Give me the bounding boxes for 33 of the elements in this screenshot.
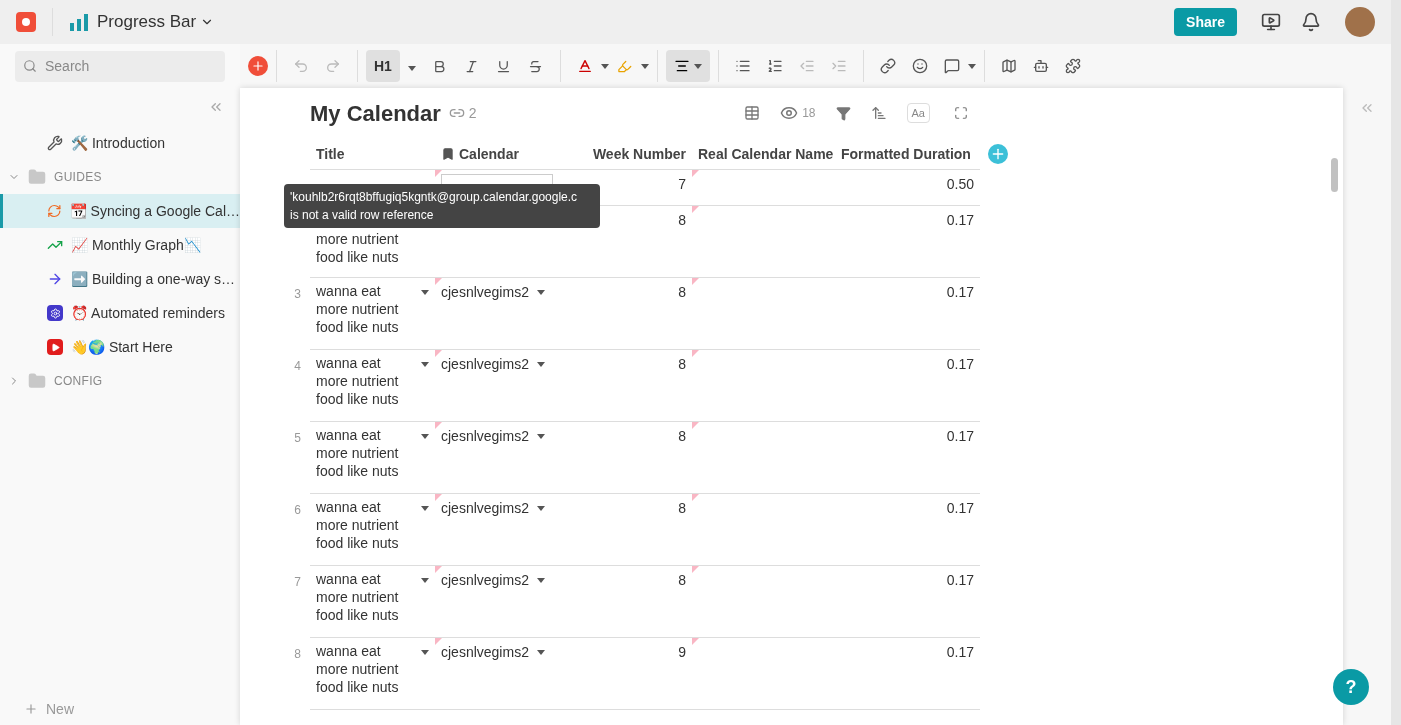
- row-number: 7: [294, 575, 301, 589]
- row-number: 5: [294, 431, 301, 445]
- table-cell-text: wanna eat more nutrient food like nuts: [316, 354, 400, 409]
- table-cell-text: 0.17: [945, 571, 975, 590]
- table-cell-text: 0.17: [945, 643, 975, 662]
- table-cell-text: wanna eat more nutrient food like nuts: [316, 570, 400, 625]
- table-cell-text: 0.50: [945, 175, 975, 194]
- table-cell-text: 8: [677, 427, 687, 446]
- table-cell-text: 0.17: [945, 211, 975, 230]
- row-number: 3: [294, 287, 301, 301]
- table-cell-text: more nutrient food like nuts: [316, 230, 400, 266]
- table-cell-text: wanna eat more nutrient food like nuts: [316, 282, 400, 337]
- error-tooltip: 'kouhlb2r6rqt8bffugiq5kgntk@group.calendar.google.c is not a valid row reference: [284, 184, 600, 228]
- table-cell-text: 8: [677, 499, 687, 518]
- table-cell-text: 7: [677, 175, 687, 194]
- table-cell-text: wanna eat more nutrient food like nuts: [316, 498, 400, 553]
- row-number: 4: [294, 359, 301, 373]
- link-count: 2: [468, 104, 477, 123]
- table-cell-text: 8: [677, 283, 687, 302]
- view-count: 18: [802, 105, 816, 121]
- table-cell-text: 8: [677, 211, 687, 230]
- table-cell-text: 9: [677, 643, 687, 662]
- table-cell-text: 8: [677, 355, 687, 374]
- table-cell-text: 0.17: [945, 283, 975, 302]
- table-cell-text: wanna eat more nutrient food like nuts: [316, 426, 400, 481]
- row-number: 6: [294, 503, 301, 517]
- table-cell-text: 0.17: [945, 427, 975, 446]
- table-cell-text: wanna eat more nutrient food like nuts: [316, 642, 400, 697]
- table-cell-text: 0.17: [945, 499, 975, 518]
- table-cell-text: 8: [677, 571, 687, 590]
- table-cell-text: 0.17: [945, 355, 975, 374]
- table-title: My Calendar: [310, 99, 441, 128]
- row-number: 8: [294, 647, 301, 661]
